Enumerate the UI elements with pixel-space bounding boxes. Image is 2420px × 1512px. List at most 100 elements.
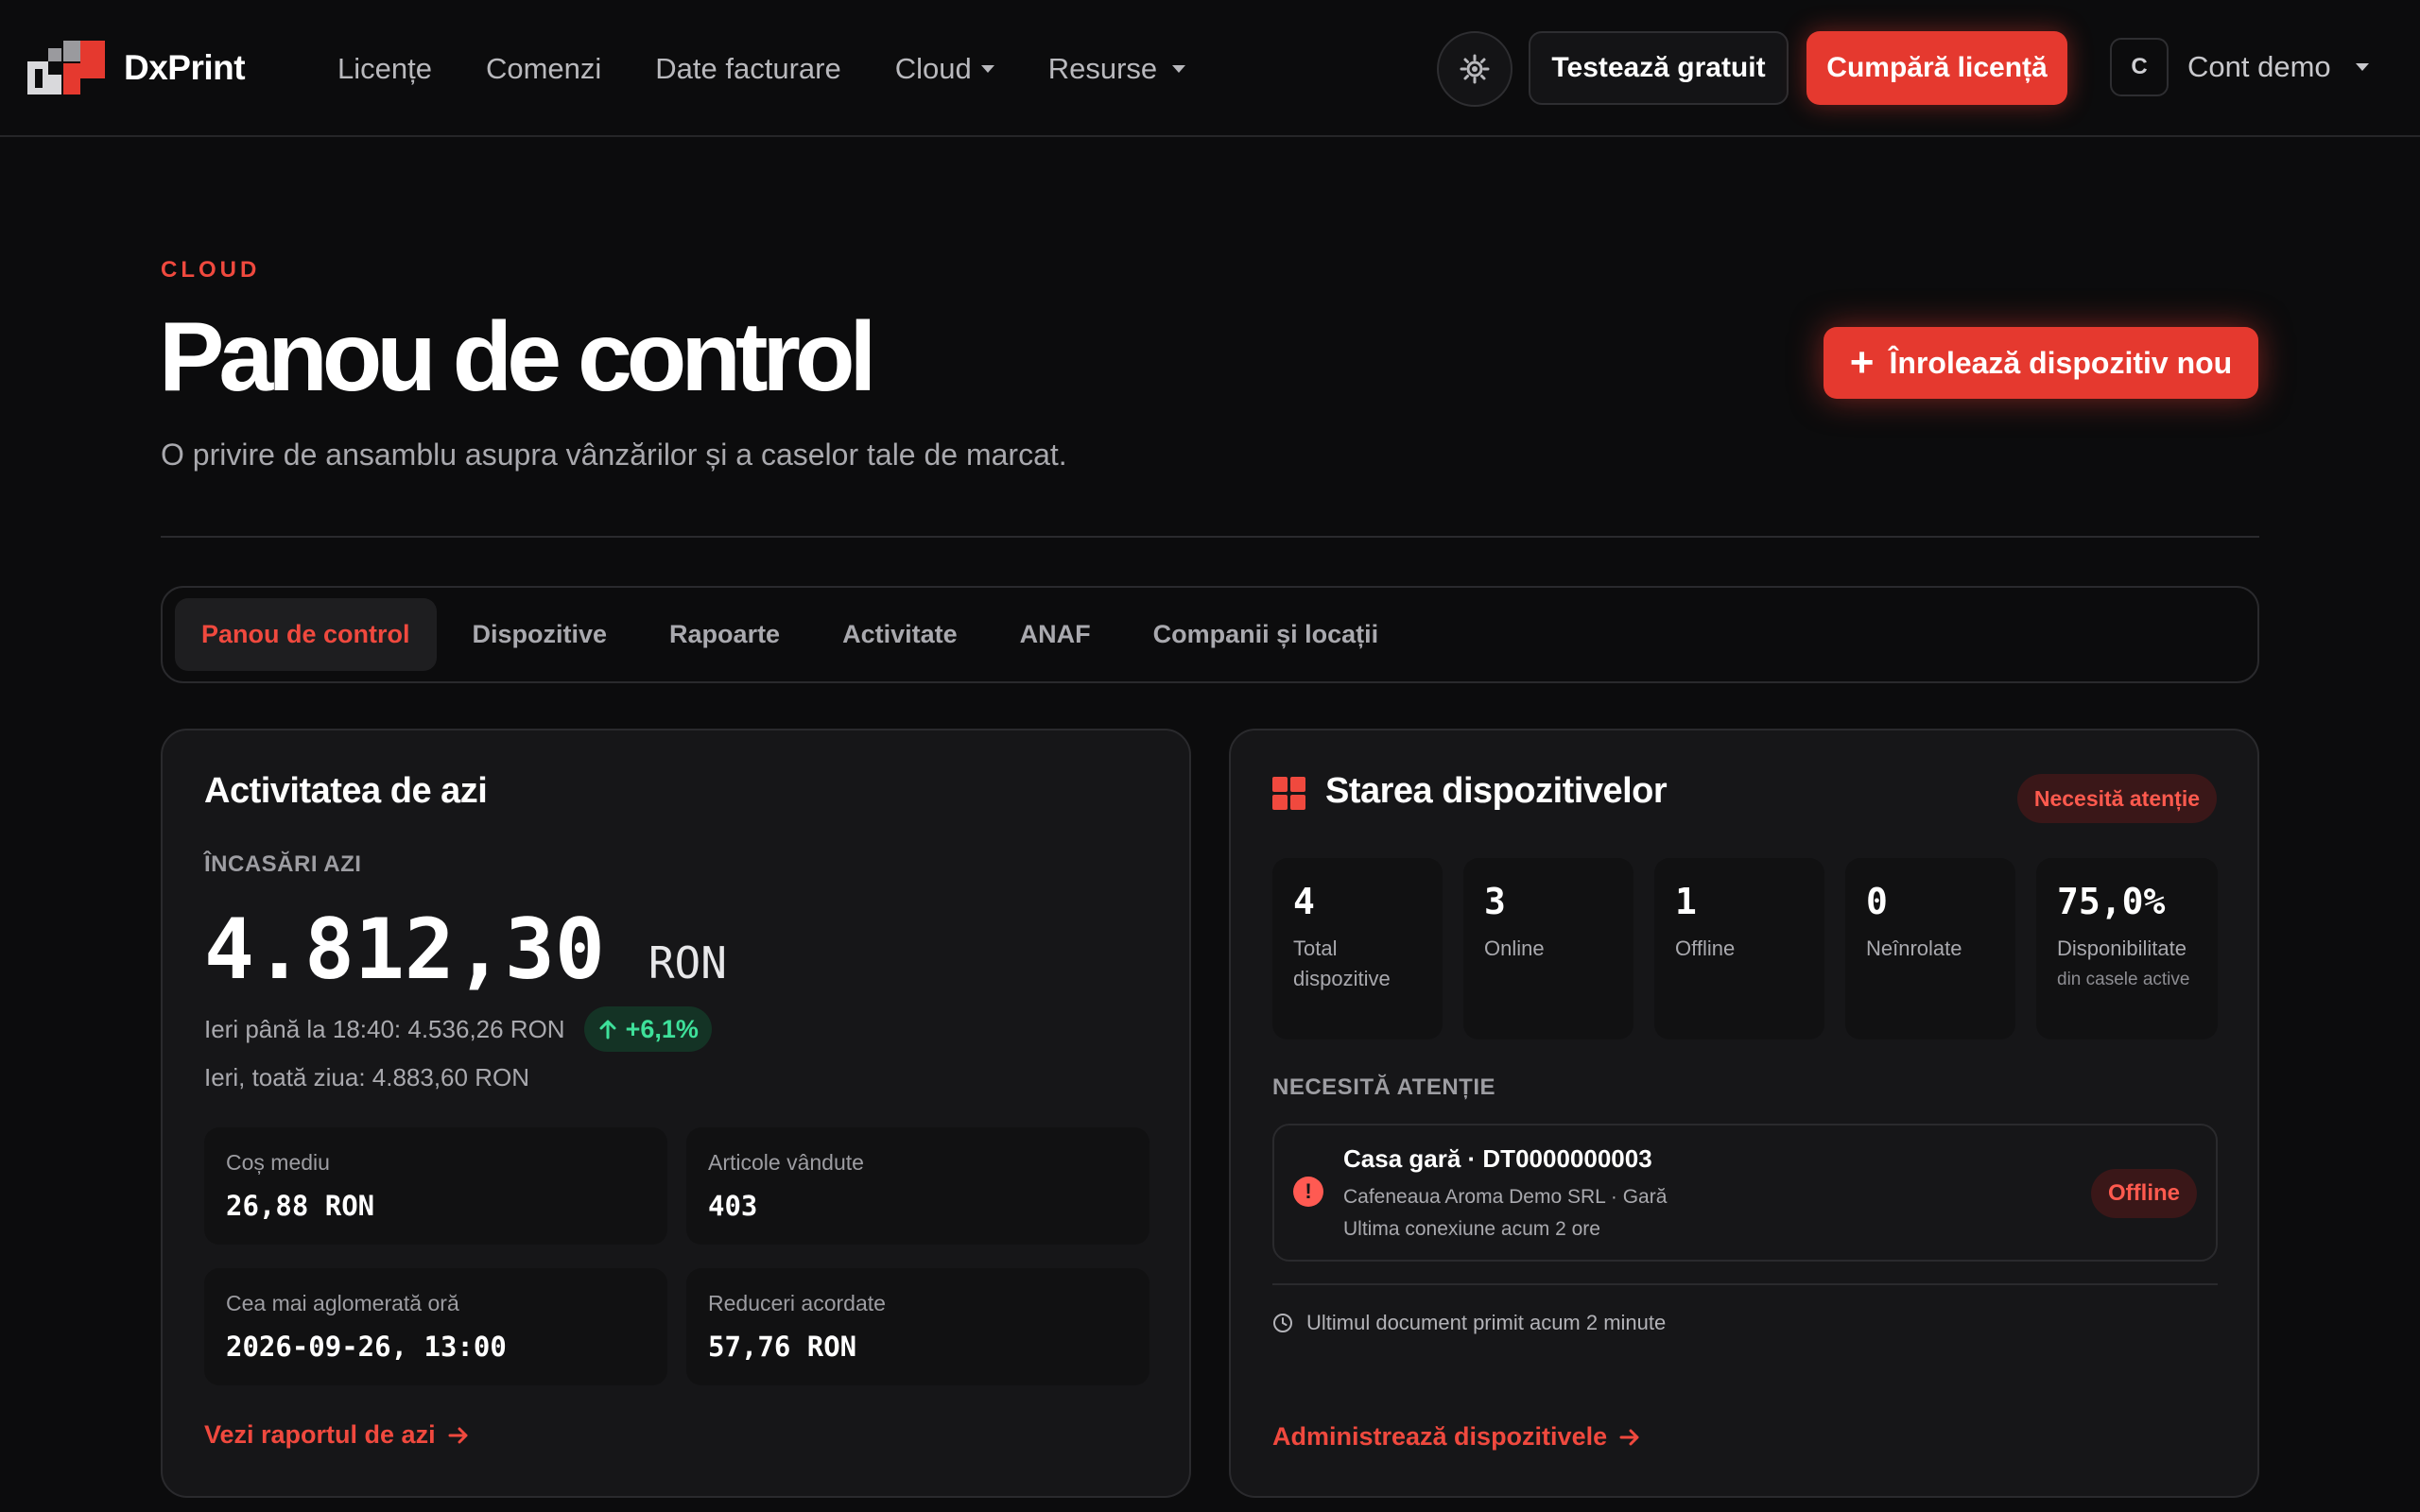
device-company-location: Cafeneaua Aroma Demo SRL · Gară [1343, 1186, 1668, 1208]
kpi-total-devices: 4 Total dispozitive [1272, 858, 1443, 1040]
grid-icon [1272, 777, 1306, 811]
header-divider [161, 536, 2259, 538]
enroll-device-label: Înrolează dispozitiv nou [1889, 345, 2233, 380]
buy-license-button[interactable]: Cumpără licență [1806, 31, 2067, 105]
kpi-online: 3 Online [1463, 858, 1634, 1040]
today-activity-card: Activitatea de azi ÎNCASĂRI AZI 4.812,30… [161, 729, 1191, 1498]
kpi-label: Online [1484, 936, 1545, 960]
nav-link-label: Comenzi [485, 51, 602, 85]
nav-link-comenzi[interactable]: Comenzi [486, 52, 601, 86]
income-currency: RON [648, 937, 727, 988]
device-name: Casa gară · DT0000000003 [1343, 1144, 1652, 1173]
tab-anaf[interactable]: ANAF [994, 598, 1117, 671]
brand-name: DxPrint [124, 47, 246, 87]
manage-devices-link[interactable]: Administrează dispozitivele [1272, 1422, 1641, 1452]
top-navbar: DxPrint Licențe Comenzi Date facturare C… [0, 0, 2420, 137]
last-document-text: Ultimul document primit acum 2 minute [1306, 1311, 1667, 1334]
stat-value: 403 [708, 1190, 758, 1222]
kpi-availability: 75,0% Disponibilitate din casele active [2036, 858, 2218, 1040]
dxprint-logo-icon [27, 41, 105, 94]
alert-circle-icon: ! [1293, 1177, 1323, 1207]
brand[interactable]: DxPrint [27, 41, 246, 94]
kpi-label: Offline [1675, 936, 1736, 960]
yesterday-partial: Ieri până la 18:40: 4.536,26 RON [204, 1014, 565, 1043]
trend-value: +6,1% [625, 1014, 699, 1043]
avatar: C [2110, 38, 2169, 96]
nav-link-label: Licențe [337, 51, 432, 85]
kpi-value: 0 [1866, 881, 1888, 922]
income-value: 4.812,30 [204, 901, 605, 998]
kpi-value: 4 [1293, 881, 1315, 922]
tab-panou-de-control[interactable]: Panou de control [175, 598, 437, 671]
stat-label: Articole vândute [708, 1150, 864, 1175]
nav-link-date-facturare[interactable]: Date facturare [655, 52, 840, 86]
income-amount: 4.812,30 RON [204, 901, 727, 998]
arrow-right-icon [448, 1427, 468, 1443]
stat-discounts: Reduceri acordate 57,76 RON [686, 1268, 1150, 1385]
tab-bar: Panou de control Dispozitive Rapoarte Ac… [161, 586, 2259, 683]
nav-link-label: Cloud [894, 51, 972, 85]
yesterday-partial-row: Ieri până la 18:40: 4.536,26 RON +6,1% [204, 1006, 712, 1052]
last-document-info: Ultimul document primit acum 2 minute [1272, 1311, 1666, 1335]
status-badge: Offline [2091, 1169, 2197, 1218]
income-label: ÎNCASĂRI AZI [204, 851, 362, 877]
page-title: Panou de control [159, 302, 876, 412]
chevron-down-icon [1172, 64, 1186, 73]
device-status-card: Starea dispozitivelor Necesită atenție 4… [1229, 729, 2259, 1498]
nav-dropdown-resurse[interactable]: Resurse [1047, 51, 1186, 86]
chevron-down-icon [2355, 63, 2369, 71]
stat-value: 26,88 RON [226, 1190, 375, 1222]
device-last-connection: Ultima conexiune acum 2 ore [1343, 1218, 1600, 1240]
tab-rapoarte[interactable]: Rapoarte [643, 598, 806, 671]
tab-dispozitive[interactable]: Dispozitive [446, 598, 634, 671]
theme-toggle-button[interactable] [1437, 31, 1512, 107]
nav-link-licente[interactable]: Licențe [337, 52, 432, 86]
view-today-report-link[interactable]: Vezi raportul de azi [204, 1420, 470, 1450]
page-subtitle: O privire de ansamblu asupra vânzărilor … [161, 438, 1067, 472]
link-label: Administrează dispozitivele [1272, 1422, 1608, 1451]
attention-section-label: NECESITĂ ATENȚIE [1272, 1074, 1496, 1100]
stat-label: Coș mediu [226, 1150, 330, 1175]
kpi-label: Disponibilitate [2057, 936, 2187, 960]
card-title: Starea dispozitivelor [1325, 771, 1668, 811]
section-eyebrow: CLOUD [161, 257, 261, 283]
nav-link-label: Resurse [1047, 51, 1158, 85]
kpi-label: Total dispozitive [1293, 936, 1391, 990]
divider [1272, 1283, 2218, 1285]
kpi-value: 1 [1675, 881, 1697, 922]
card-title: Activitatea de azi [204, 771, 488, 811]
trend-badge: +6,1% [583, 1006, 712, 1052]
enroll-device-button[interactable]: + Înrolează dispozitiv nou [1824, 327, 2258, 399]
arrow-right-icon [1619, 1429, 1639, 1445]
kpi-unenrolled: 0 Neînrolate [1845, 858, 2015, 1040]
try-free-button[interactable]: Testează gratuit [1529, 31, 1789, 105]
status-badge: Necesită atenție [2016, 774, 2217, 823]
stat-busiest-hour: Cea mai aglomerată oră 2026-09-26, 13:00 [204, 1268, 667, 1385]
tab-companii-si-locatii[interactable]: Companii și locații [1127, 598, 1406, 671]
main-nav: Licențe Comenzi Date facturare Cloud Res… [337, 0, 1239, 137]
tab-activitate[interactable]: Activitate [816, 598, 984, 671]
yesterday-full: Ieri, toată ziua: 4.883,60 RON [204, 1063, 529, 1091]
stat-value: 2026-09-26, 13:00 [226, 1331, 507, 1363]
stat-label: Cea mai aglomerată oră [226, 1291, 459, 1315]
nav-dropdown-cloud[interactable]: Cloud [895, 52, 994, 86]
stat-value: 57,76 RON [708, 1331, 857, 1363]
kpi-sublabel: din casele active [2057, 970, 2190, 989]
attention-device-item[interactable]: ! Casa gară · DT0000000003 Cafeneaua Aro… [1272, 1124, 2218, 1262]
sun-icon [1460, 54, 1490, 84]
stat-avg-basket: Coș mediu 26,88 RON [204, 1127, 667, 1245]
kpi-offline: 1 Offline [1654, 858, 1824, 1040]
account-menu[interactable]: C Cont demo [2110, 38, 2369, 96]
link-label: Vezi raportul de azi [204, 1420, 436, 1449]
kpi-value: 75,0% [2057, 881, 2166, 922]
kpi-label: Neînrolate [1866, 936, 1962, 960]
nav-link-label: Date facturare [655, 51, 841, 85]
account-name: Cont demo [2187, 50, 2331, 83]
kpi-value: 3 [1484, 881, 1506, 922]
stat-items-sold: Articole vândute 403 [686, 1127, 1150, 1245]
stat-label: Reduceri acordate [708, 1291, 886, 1315]
arrow-up-icon [599, 1020, 616, 1040]
clock-icon [1273, 1314, 1292, 1332]
plus-icon: + [1849, 339, 1875, 386]
chevron-down-icon [980, 64, 994, 73]
